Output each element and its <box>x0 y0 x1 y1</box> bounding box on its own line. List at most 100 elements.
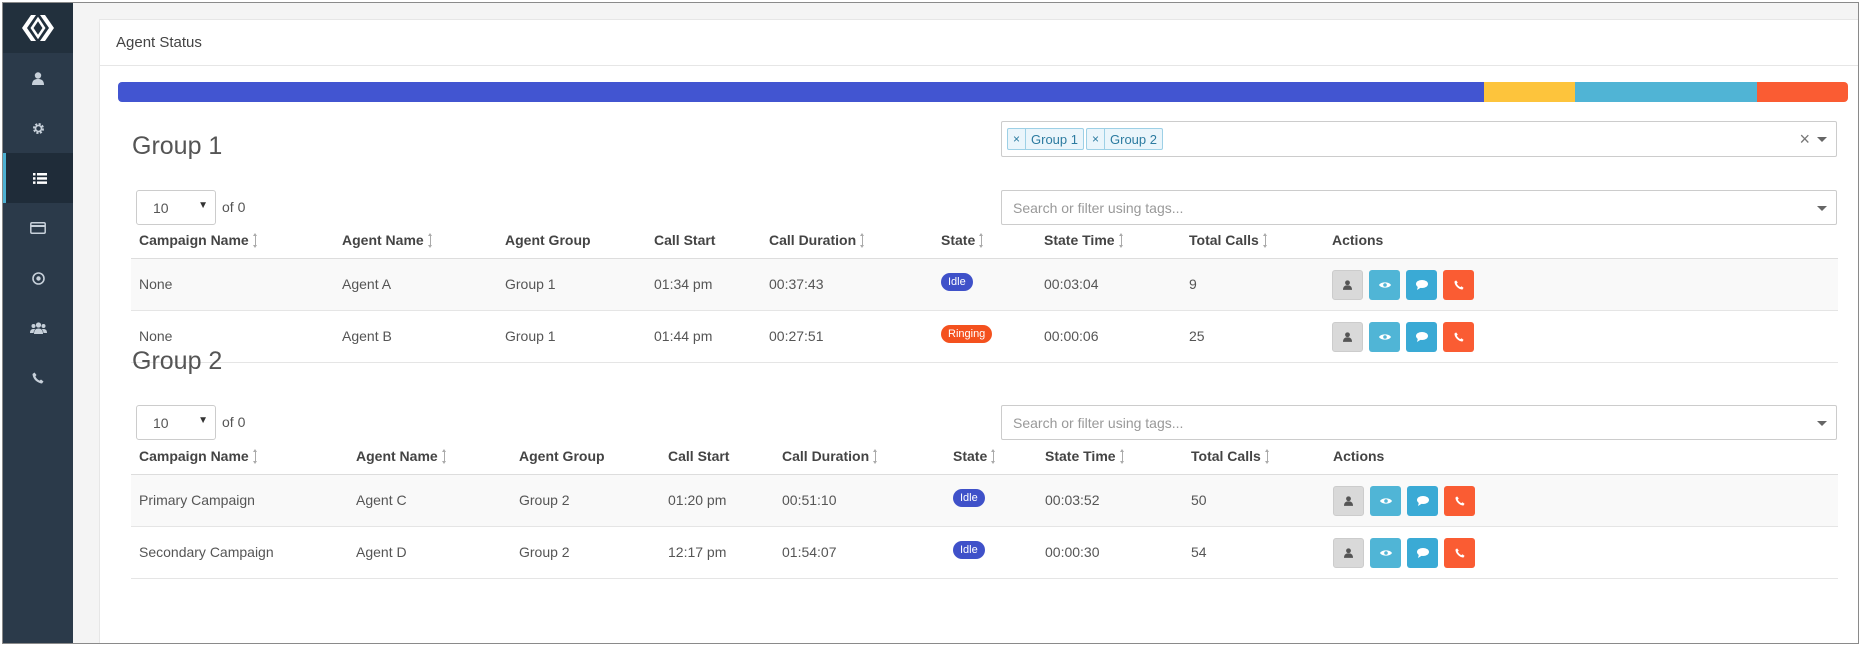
duration-cell: 01:54:07 <box>782 544 837 560</box>
chat-icon <box>1416 548 1429 558</box>
gear-icon <box>32 122 44 134</box>
sidebar-item-agent-status[interactable] <box>3 153 73 203</box>
sidebar-item-targets[interactable] <box>3 253 73 303</box>
state-bar-segment-unknown-2 <box>1575 82 1758 102</box>
table-header: Campaign Name Agent Name Agent Group Cal… <box>131 437 1838 475</box>
sort-icon <box>427 233 434 248</box>
whisper-button[interactable] <box>1406 270 1437 300</box>
group-filter-select[interactable]: × Group 1 × Group 2 × <box>1001 121 1837 157</box>
table-row: None Agent B Group 1 01:44 pm 00:27:51 R… <box>131 311 1838 363</box>
group-cell: Group 2 <box>519 492 570 508</box>
campaign-cell: None <box>139 328 173 344</box>
state-bar-segment-idle <box>118 82 1484 102</box>
whisper-button[interactable] <box>1407 486 1438 516</box>
row-actions <box>1332 322 1474 352</box>
sort-icon <box>991 449 997 464</box>
page-size-select[interactable]: 10 ▼ <box>136 190 216 225</box>
column-header-state[interactable]: State <box>941 232 985 248</box>
row-actions <box>1332 270 1474 300</box>
state-bar-segment-unknown-1 <box>1483 82 1576 102</box>
app-window: Agent Status × Group 1 × Group 2 × Group… <box>2 2 1859 644</box>
column-header-call-start: Call Start <box>654 232 716 248</box>
column-header-agent[interactable]: Agent Name <box>342 232 434 248</box>
sidebar-item-settings[interactable] <box>3 103 73 153</box>
column-header-state-time[interactable]: State Time <box>1045 448 1126 464</box>
call-start-cell: 01:34 pm <box>654 276 713 292</box>
tag-label: Group 2 <box>1110 131 1157 147</box>
barge-call-button[interactable] <box>1443 322 1474 352</box>
chat-icon <box>1415 280 1428 290</box>
user-icon <box>1343 280 1352 290</box>
whisper-button[interactable] <box>1406 322 1437 352</box>
sidebar-item-billing[interactable] <box>3 203 73 253</box>
column-header-call-start: Call Start <box>668 448 730 464</box>
tag-remove-button[interactable]: × <box>1008 129 1026 149</box>
table-row: None Agent A Group 1 01:34 pm 00:37:43 I… <box>131 259 1838 311</box>
eye-icon <box>1379 550 1392 556</box>
sidebar-item-teams[interactable] <box>3 303 73 353</box>
barge-call-button[interactable] <box>1444 486 1475 516</box>
column-header-duration[interactable]: Call Duration <box>782 448 879 464</box>
agent-profile-button[interactable] <box>1332 270 1363 300</box>
sort-icon <box>873 449 879 464</box>
page-size-value: 10 <box>153 199 169 216</box>
tag-remove-button[interactable]: × <box>1087 129 1105 149</box>
chevron-down-icon[interactable] <box>1817 421 1827 426</box>
column-header-agent[interactable]: Agent Name <box>356 448 448 464</box>
call-start-cell: 01:20 pm <box>668 492 727 508</box>
column-header-campaign[interactable]: Campaign Name <box>139 448 259 464</box>
whisper-button[interactable] <box>1407 538 1438 568</box>
agent-table: Campaign Name Agent Name Agent Group Cal… <box>131 221 1838 363</box>
column-header-state[interactable]: State <box>953 448 997 464</box>
column-header-total-calls[interactable]: Total Calls <box>1189 232 1269 248</box>
column-header-duration[interactable]: Call Duration <box>769 232 866 248</box>
chevron-down-icon[interactable] <box>1817 206 1827 211</box>
monitor-button[interactable] <box>1369 322 1400 352</box>
state-badge: Idle <box>941 273 973 291</box>
column-header-state-time[interactable]: State Time <box>1044 232 1125 248</box>
chevron-down-icon: ▼ <box>198 415 208 426</box>
sort-icon <box>1262 233 1269 248</box>
sidebar-item-calls[interactable] <box>3 353 73 403</box>
chevron-down-icon: ▼ <box>198 200 208 211</box>
record-count: of 0 <box>222 199 246 215</box>
duration-cell: 00:27:51 <box>769 328 824 344</box>
row-actions <box>1333 538 1475 568</box>
user-icon <box>1344 496 1353 506</box>
state-bar-segment-ringing <box>1757 82 1848 102</box>
logo-icon <box>22 15 54 41</box>
column-header-total-calls[interactable]: Total Calls <box>1191 448 1271 464</box>
monitor-button[interactable] <box>1369 270 1400 300</box>
group-title: Group 2 <box>132 347 223 375</box>
phone-icon <box>1454 496 1465 506</box>
agent-profile-button[interactable] <box>1333 486 1364 516</box>
column-header-campaign[interactable]: Campaign Name <box>139 232 259 248</box>
state-badge: Ringing <box>941 325 993 343</box>
barge-call-button[interactable] <box>1444 538 1475 568</box>
agent-profile-button[interactable] <box>1332 322 1363 352</box>
logo[interactable] <box>3 3 73 53</box>
page-size-select[interactable]: 10 ▼ <box>136 405 216 440</box>
group-cell: Group 2 <box>519 544 570 560</box>
sort-icon <box>860 233 866 248</box>
eye-icon <box>1378 334 1391 340</box>
total-calls-cell: 9 <box>1189 276 1197 292</box>
search-input[interactable]: Search or filter using tags... <box>1001 405 1837 440</box>
chevron-down-icon[interactable] <box>1817 137 1827 142</box>
user-icon <box>1344 548 1353 558</box>
barge-call-button[interactable] <box>1443 270 1474 300</box>
tag-group-2: × Group 2 <box>1086 128 1163 150</box>
list-icon <box>32 172 47 184</box>
search-input[interactable]: Search or filter using tags... <box>1001 190 1837 225</box>
sidebar-item-profile[interactable] <box>3 53 73 103</box>
table-row: Secondary Campaign Agent D Group 2 12:17… <box>131 527 1838 579</box>
record-count: of 0 <box>222 414 246 430</box>
clear-tags-button[interactable]: × <box>1799 129 1810 150</box>
state-time-cell: 00:03:52 <box>1045 492 1100 508</box>
monitor-button[interactable] <box>1370 486 1401 516</box>
monitor-button[interactable] <box>1370 538 1401 568</box>
sort-icon <box>979 233 985 248</box>
agent-profile-button[interactable] <box>1333 538 1364 568</box>
table-row: Primary Campaign Agent C Group 2 01:20 p… <box>131 475 1838 527</box>
chat-icon <box>1416 496 1429 506</box>
